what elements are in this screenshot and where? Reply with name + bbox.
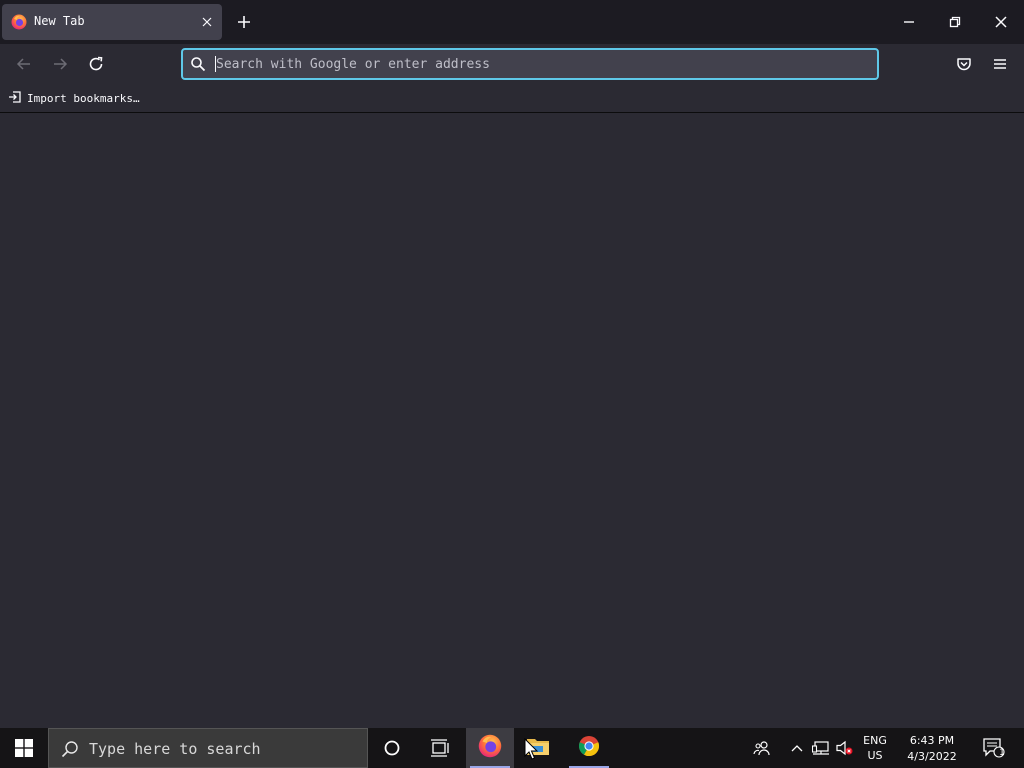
- url-input[interactable]: [216, 53, 856, 75]
- nav-toolbar: [0, 44, 1024, 84]
- chrome-icon: [578, 735, 600, 761]
- clock-time: 6:43 PM: [909, 734, 955, 747]
- back-arrow-icon[interactable]: [10, 50, 38, 78]
- firefox-icon: [11, 14, 27, 30]
- mouse-cursor-icon: [524, 737, 540, 760]
- address-bar[interactable]: [181, 48, 879, 80]
- close-icon[interactable]: [198, 13, 216, 31]
- minimize-icon[interactable]: [886, 0, 932, 44]
- taskbar: Type here to search ENG US 6:43 PM 4/3/2…: [0, 728, 1024, 768]
- plus-icon[interactable]: [232, 10, 256, 34]
- notification-count: 1: [999, 748, 1005, 758]
- taskbar-search-box[interactable]: Type here to search: [48, 728, 368, 768]
- windows-start-icon[interactable]: [0, 728, 48, 768]
- tab-title: New Tab: [34, 14, 85, 28]
- restore-icon[interactable]: [932, 0, 978, 44]
- language-code: ENG: [863, 734, 887, 747]
- cortana-icon[interactable]: [368, 728, 416, 768]
- import-bookmarks-label: Import bookmarks…: [27, 91, 140, 105]
- tab-strip: New Tab: [0, 0, 1024, 44]
- notification-center-icon[interactable]: 1: [978, 728, 1010, 768]
- region-code: US: [867, 749, 883, 762]
- search-icon: [61, 740, 79, 758]
- taskbar-firefox[interactable]: [466, 728, 514, 768]
- bookmarks-toolbar: Import bookmarks…: [0, 84, 1024, 113]
- page-content: [0, 113, 1024, 728]
- system-clock[interactable]: 6:43 PM 4/3/2022: [896, 733, 968, 765]
- import-icon: [8, 89, 22, 108]
- volume-muted-icon[interactable]: [834, 728, 856, 768]
- clock-date: 4/3/2022: [907, 750, 957, 763]
- task-view-icon[interactable]: [416, 728, 464, 768]
- language-indicator[interactable]: ENG US: [860, 733, 890, 763]
- search-icon: [190, 56, 206, 72]
- pocket-icon[interactable]: [950, 50, 978, 78]
- hamburger-menu-icon[interactable]: [986, 50, 1014, 78]
- firefox-icon: [478, 734, 502, 762]
- close-window-icon[interactable]: [978, 0, 1024, 44]
- tab-new-tab[interactable]: New Tab: [2, 4, 222, 40]
- network-icon[interactable]: [810, 728, 832, 768]
- taskbar-chrome[interactable]: [565, 728, 613, 768]
- reload-icon[interactable]: [82, 50, 110, 78]
- forward-arrow-icon[interactable]: [46, 50, 74, 78]
- import-bookmarks-button[interactable]: Import bookmarks…: [8, 88, 140, 108]
- taskbar-search-placeholder: Type here to search: [89, 740, 261, 758]
- people-icon[interactable]: [748, 728, 776, 768]
- chevron-up-icon[interactable]: [788, 728, 806, 768]
